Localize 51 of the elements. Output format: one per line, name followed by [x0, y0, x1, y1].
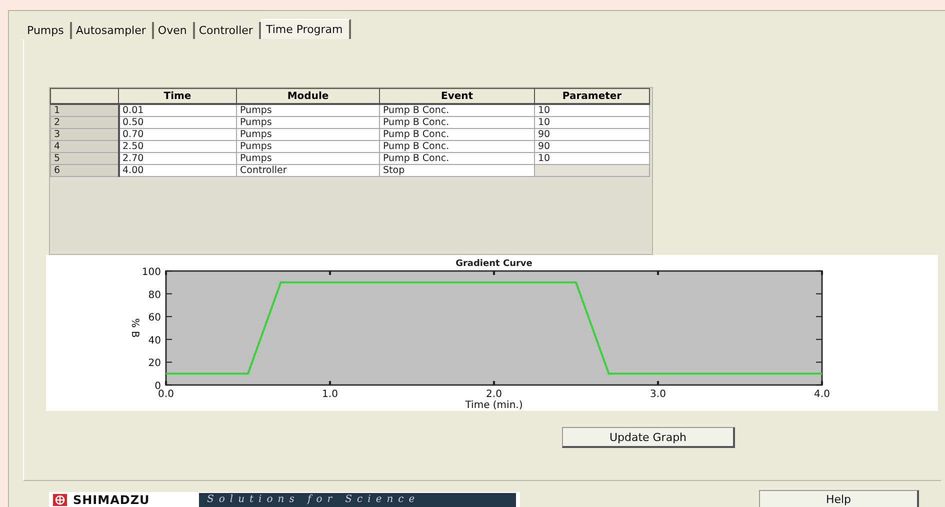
x-tick-label: 3.0 [650, 389, 666, 400]
y-tick-label: 100 [142, 267, 161, 278]
update-graph-button[interactable]: Update Graph [562, 427, 735, 448]
table-cell[interactable]: Pump B Conc. [380, 140, 534, 152]
y-tick-label: 40 [148, 335, 161, 346]
y-tick-label: 60 [148, 312, 161, 324]
brand-name: SHIMADZU [73, 493, 151, 507]
table-cell[interactable]: 2.50 [118, 140, 236, 152]
table-cell[interactable]: 10 [534, 116, 650, 128]
table-cell[interactable]: Pumps [236, 140, 380, 152]
table-cell[interactable]: 90 [534, 128, 650, 140]
table-cell[interactable]: 10 [534, 152, 650, 164]
table-cell[interactable]: 2.70 [118, 152, 236, 164]
tagline: Solutions for Science [199, 493, 516, 507]
x-tick-label: 2.0 [486, 389, 502, 400]
row-header: 3 [50, 128, 118, 140]
row-header: 5 [50, 152, 118, 164]
y-axis-label: % B [129, 318, 140, 338]
table-cell[interactable]: 10 [534, 104, 650, 116]
table-cell[interactable]: Pumps [236, 128, 380, 140]
help-button[interactable]: Help [759, 490, 919, 507]
tab[interactable]: Time Program [260, 19, 351, 39]
row-header: 6 [50, 164, 118, 176]
table-cell[interactable]: Pumps [236, 152, 380, 164]
table-cell[interactable]: Pump B Conc. [380, 128, 534, 140]
row-header: 1 [50, 104, 118, 116]
column-header: Event [380, 88, 534, 104]
table-cell[interactable]: 0.50 [118, 116, 236, 128]
table-cell[interactable]: 90 [534, 140, 650, 152]
y-tick-label: 20 [148, 358, 161, 370]
table-cell[interactable]: 0.70 [118, 128, 236, 140]
chart-title: Gradient Curve [456, 259, 532, 269]
row-header: 2 [50, 116, 118, 128]
table-cell[interactable]: Pump B Conc. [380, 152, 534, 164]
table-cell[interactable]: Pumps [236, 104, 380, 116]
row-header: 4 [50, 140, 118, 152]
column-header: Time [118, 88, 236, 104]
x-axis-label: Time (min.) [465, 400, 523, 411]
table-cell[interactable]: 0.01 [118, 104, 236, 116]
table-cell[interactable]: Pump B Conc. [380, 104, 534, 116]
table-cell[interactable]: Pump B Conc. [380, 116, 534, 128]
table-cell[interactable]: Controller [236, 164, 380, 176]
y-tick-label: 80 [148, 290, 161, 301]
table-cell[interactable]: Pumps [236, 116, 380, 128]
x-tick-label: 4.0 [814, 389, 830, 400]
table-cell[interactable]: Stop [380, 164, 534, 176]
x-tick-label: 0.0 [158, 389, 174, 400]
column-header: Module [236, 88, 380, 104]
x-tick-label: 1.0 [322, 389, 338, 400]
column-header: Parameter [534, 88, 650, 104]
table-cell[interactable]: 4.00 [118, 164, 236, 176]
